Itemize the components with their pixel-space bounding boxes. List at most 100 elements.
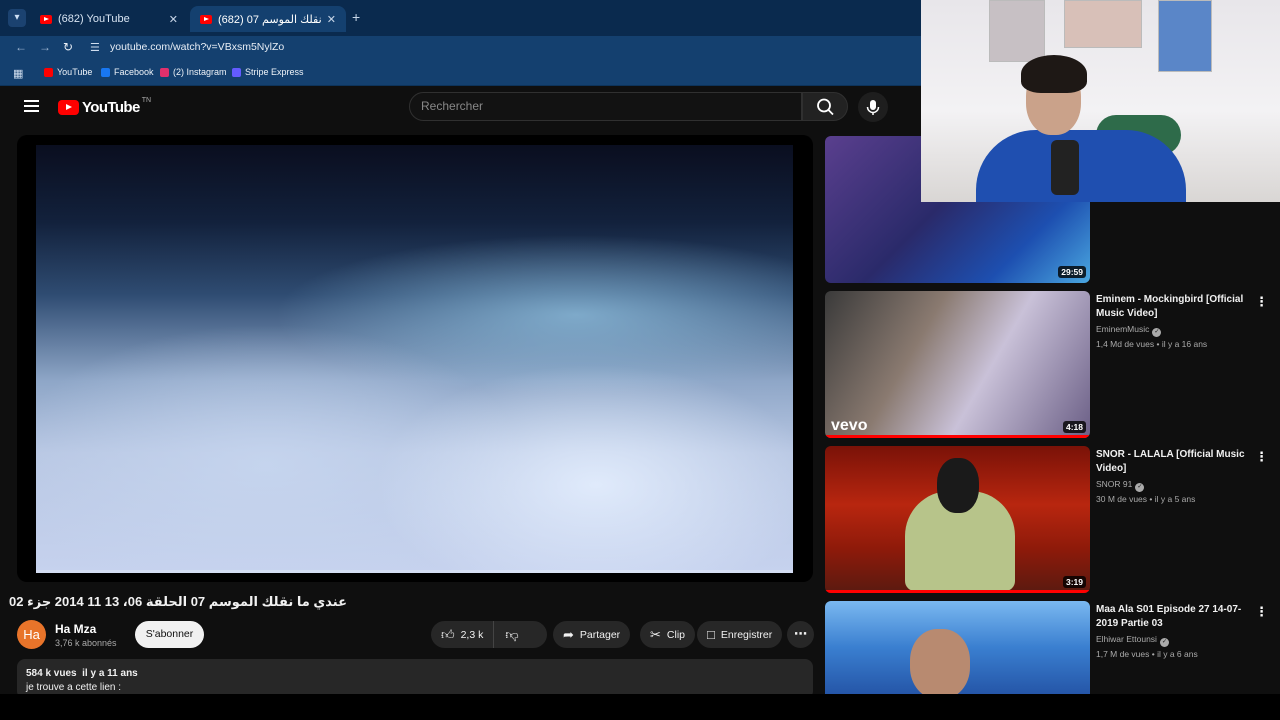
wall-poster [989, 0, 1045, 62]
duration-badge: 4:18 [1062, 421, 1086, 433]
browser-tab-youtube[interactable]: (682) YouTube ✕ [30, 6, 188, 32]
thumbs-up-icon: 👍︎ [441, 626, 455, 642]
reload-icon[interactable]: ↻ [63, 40, 73, 54]
microphone-icon [866, 100, 880, 115]
logo-text: YouTube [82, 99, 140, 116]
duration-badge: 3:19 [1062, 576, 1086, 588]
dislike-button[interactable]: 👎︎ [494, 621, 529, 648]
bookmarks-bar: ▦ YouTube Facebook (2) Instagram Stripe … [0, 60, 921, 86]
recommendation-item[interactable]: vevo 4:18 Eminem - Mockingbird [Official… [825, 291, 1280, 438]
channel-name[interactable]: Ha Mza [55, 622, 96, 636]
share-icon: ➦ [563, 626, 574, 642]
tab-title: (682) عندي ما نقلك الموسم 07 ... [218, 13, 323, 26]
video-title: عندي ما نقلك الموسم 07 الحلقة 06، 13 11 … [9, 594, 347, 609]
youtube-play-icon [58, 100, 79, 115]
back-arrow-icon[interactable]: ← [15, 40, 27, 54]
channel-avatar[interactable]: Ha [17, 620, 46, 649]
clip-button[interactable]: ✂ Clip [640, 621, 695, 648]
streaming-microphone [1051, 140, 1079, 195]
video-thumbnail[interactable]: 3:19 [825, 446, 1090, 593]
close-tab-icon[interactable]: ✕ [327, 13, 336, 26]
save-button[interactable]: □ Enregistrer [697, 621, 783, 648]
duration-badge: 29:59 [1058, 266, 1086, 278]
search-button[interactable] [802, 92, 848, 121]
voice-search-button[interactable] [858, 92, 888, 122]
youtube-icon [44, 67, 53, 77]
bookmark-stripe-express[interactable]: Stripe Express [232, 67, 304, 77]
view-count-date: 584 k vues il y a 11 ans [26, 668, 138, 679]
browser-tab-video[interactable]: (682) عندي ما نقلك الموسم 07 ... ✕ [190, 6, 346, 32]
recommendation-stats: 30 M de vues • il y a 5 ans [1096, 494, 1196, 504]
video-thumbnail[interactable] [825, 601, 1090, 694]
vevo-logo: vevo [831, 417, 868, 434]
forward-arrow-icon[interactable]: → [39, 40, 51, 54]
youtube-logo[interactable]: YouTube TN [58, 97, 152, 116]
wall-poster [1064, 0, 1142, 48]
browser-tabstrip: ▾ (682) YouTube ✕ (682) عندي ما نقلك الم… [0, 0, 921, 36]
recommendation-title[interactable]: SNOR - LALALA [Official Music Video] [1096, 448, 1256, 476]
thumbnail-mask [937, 458, 979, 513]
recommendation-channel[interactable]: EminemMusic ✓ [1096, 324, 1162, 337]
apps-grid-icon[interactable]: ▦ [13, 67, 23, 80]
recommendation-title[interactable]: Eminem - Mockingbird [Official Music Vid… [1096, 293, 1256, 321]
youtube-favicon-icon [40, 14, 52, 24]
video-player[interactable] [17, 135, 813, 582]
wall-poster [1158, 0, 1212, 72]
watched-progress-bar [825, 590, 1090, 593]
recommendation-stats: 1,7 M de vues • il y a 6 ans [1096, 649, 1198, 659]
watched-progress-bar [825, 435, 1090, 438]
video-thumbnail[interactable]: vevo 4:18 [825, 291, 1090, 438]
channel-actions-row: Ha Ha Mza 3,76 k abonnés S'abonner 👍︎ 2,… [17, 620, 817, 652]
verified-icon: ✓ [1135, 483, 1145, 492]
more-options-icon[interactable]: ⋮ [1255, 449, 1268, 465]
recommendation-channel[interactable]: SNOR 91 ✓ [1096, 479, 1145, 492]
thumbnail-face [910, 629, 970, 694]
clip-label: Clip [666, 628, 685, 641]
video-progress-bar[interactable] [36, 570, 793, 573]
bookmark-label: Stripe Express [245, 67, 304, 77]
search-icon [817, 98, 834, 116]
scissors-icon: ✂ [650, 626, 661, 642]
close-tab-icon[interactable]: ✕ [169, 13, 178, 26]
address-bar[interactable]: youtube.com/watch?v=VBxsm5NylZo [110, 41, 284, 53]
subscribe-button[interactable]: S'abonner [135, 621, 204, 648]
recommendation-item[interactable]: 3:19 SNOR - LALALA [Official Music Video… [825, 446, 1280, 593]
streamer-body [976, 130, 1186, 202]
browser-toolbar: ← → ↻ ☰ youtube.com/watch?v=VBxsm5NylZo [0, 36, 921, 60]
more-options-icon[interactable]: ⋮ [1255, 604, 1268, 620]
more-actions-icon[interactable]: ⋯ [787, 621, 814, 648]
bookmark-label: YouTube [57, 67, 93, 77]
instagram-icon [160, 67, 169, 77]
bookmark-instagram[interactable]: (2) Instagram [160, 67, 227, 77]
menu-icon[interactable] [24, 100, 39, 112]
thumbs-down-icon: 👎︎ [505, 626, 519, 642]
bookmark-youtube[interactable]: YouTube [44, 67, 92, 77]
tab-list-button[interactable]: ▾ [8, 9, 26, 27]
like-count: 2,3 k [460, 628, 484, 641]
recommendation-title[interactable]: Maa Ala S01 Episode 27 14-07-2019 Partie… [1096, 603, 1256, 631]
description-box[interactable]: 584 k vues il y a 11 ans je trouve a cet… [17, 659, 813, 699]
new-tab-button[interactable]: + [352, 9, 360, 25]
youtube-favicon-icon [200, 14, 212, 24]
logo-country-code: TN [141, 97, 152, 104]
like-button[interactable]: 👍︎ 2,3 k [431, 621, 495, 648]
webcam-overlay [921, 0, 1280, 202]
tab-title: (682) YouTube [58, 13, 130, 25]
more-options-icon[interactable]: ⋮ [1255, 294, 1268, 310]
recommendation-stats: 1,4 Md de vues • il y a 16 ans [1096, 339, 1208, 349]
site-info-icon[interactable]: ☰ [90, 41, 100, 54]
recommendation-item[interactable]: Maa Ala S01 Episode 27 14-07-2019 Partie… [825, 601, 1280, 694]
share-button[interactable]: ➦ Partager [553, 621, 631, 648]
bookmark-label: Facebook [114, 67, 154, 77]
save-label: Enregistrer [720, 628, 773, 641]
search-input[interactable]: Rechercher [409, 92, 802, 121]
bottom-letterbox [0, 694, 1280, 720]
recommendation-channel[interactable]: Elhiwar Ettounsi ✓ [1096, 634, 1169, 647]
bookmark-facebook[interactable]: Facebook [101, 67, 154, 77]
facebook-icon [101, 67, 110, 77]
stripe-icon [232, 67, 241, 77]
video-frame [36, 145, 793, 573]
like-dislike-group: 👍︎ 2,3 k 👎︎ [431, 621, 547, 648]
verified-icon: ✓ [1152, 328, 1162, 337]
streamer-hair [1021, 55, 1087, 93]
